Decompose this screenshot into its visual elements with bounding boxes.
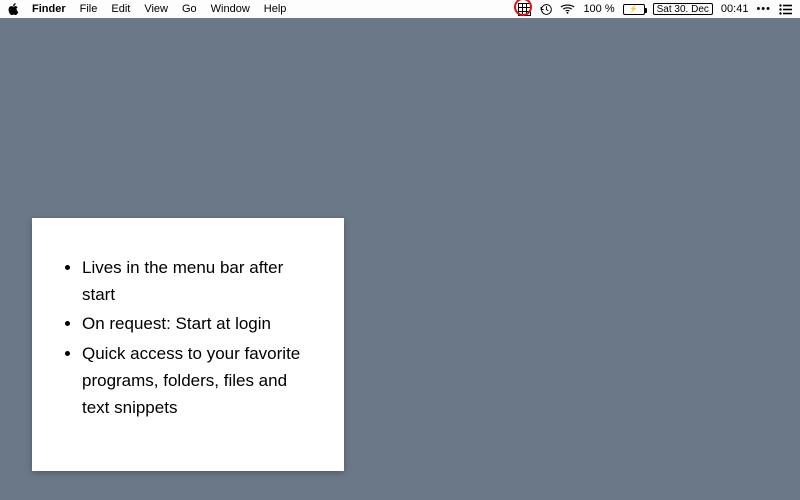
feature-bullet: Quick access to your favorite programs, … — [82, 340, 316, 422]
battery-percent-text: 100 % — [583, 3, 614, 15]
battery-icon[interactable]: ⚡ — [623, 0, 645, 18]
menu-app-name[interactable]: Finder — [25, 0, 73, 18]
feature-bullet: Lives in the menu bar after start — [82, 254, 316, 308]
overflow-icon[interactable]: ••• — [756, 0, 771, 18]
menu-bar: Finder File Edit View Go Window Help — [0, 0, 800, 18]
time-machine-icon[interactable] — [539, 0, 552, 18]
menu-bar-right: 100 % ⚡ Sat 30. Dec 00:41 ••• — [518, 0, 794, 18]
list-icon[interactable] — [779, 0, 792, 18]
feature-list: Lives in the menu bar after start On req… — [60, 254, 316, 421]
menu-bar-grid-icon[interactable] — [518, 0, 531, 18]
apple-menu-icon[interactable] — [6, 3, 25, 15]
menu-item-go[interactable]: Go — [175, 0, 204, 18]
feature-card: Lives in the menu bar after start On req… — [32, 218, 344, 471]
menu-item-edit[interactable]: Edit — [104, 0, 137, 18]
menu-bar-left: Finder File Edit View Go Window Help — [6, 0, 293, 18]
menu-item-help[interactable]: Help — [257, 0, 294, 18]
menu-bar-time[interactable]: 00:41 — [721, 3, 749, 15]
menu-item-window[interactable]: Window — [204, 0, 257, 18]
menu-item-view[interactable]: View — [137, 0, 175, 18]
menu-bar-date[interactable]: Sat 30. Dec — [653, 3, 713, 15]
wifi-icon[interactable] — [560, 0, 575, 18]
feature-bullet: On request: Start at login — [82, 310, 316, 337]
menu-item-file[interactable]: File — [73, 0, 105, 18]
